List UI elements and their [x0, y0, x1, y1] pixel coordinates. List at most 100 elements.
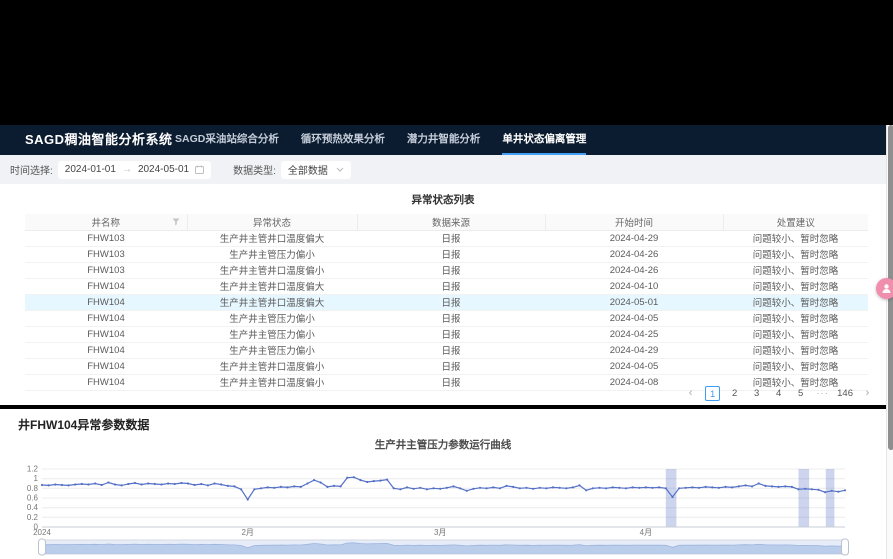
- nav-tab[interactable]: 循环预热效果分析: [301, 125, 385, 155]
- data-point: [525, 487, 527, 489]
- data-point: [81, 483, 83, 485]
- data-point: [578, 484, 580, 486]
- data-point: [320, 481, 322, 483]
- table-cell: 日报: [357, 246, 545, 262]
- data-point: [837, 491, 839, 493]
- data-point: [260, 487, 262, 489]
- table-cell: 问题较小、暂时忽略: [723, 294, 868, 310]
- data-point: [280, 486, 282, 488]
- table-cell: 生产井主管井口温度偏大: [187, 230, 357, 246]
- data-point: [167, 482, 169, 484]
- data-point: [671, 496, 673, 498]
- table-cell: 日报: [357, 374, 545, 390]
- table-row[interactable]: FHW104生产井主管压力偏小日报2024-04-05问题较小、暂时忽略: [25, 310, 868, 326]
- data-point: [54, 483, 56, 485]
- table-row[interactable]: FHW104生产井主管压力偏小日报2024-04-25问题较小、暂时忽略: [25, 326, 868, 342]
- date-start-value[interactable]: 2024-01-01: [65, 164, 116, 175]
- data-point: [751, 485, 753, 487]
- y-tick-label: 0.2: [27, 513, 39, 522]
- data-point: [764, 485, 766, 487]
- data-point: [187, 482, 189, 484]
- pagination-page-button[interactable]: 4: [771, 386, 786, 401]
- screen: SAGD稠油智能分析系统 SAGD采油站综合分析循环预热效果分析潜力井智能分析单…: [0, 0, 893, 559]
- data-point: [645, 486, 647, 488]
- app-title: SAGD稠油智能分析系统: [0, 125, 175, 155]
- pagination-page-button[interactable]: 5: [793, 386, 808, 401]
- table-cell: 2024-04-26: [545, 262, 723, 278]
- table-row[interactable]: FHW103生产井主管井口温度偏大日报2024-04-29问题较小、暂时忽略: [25, 230, 868, 246]
- pagination-page-button[interactable]: 1: [705, 386, 720, 401]
- table-cell: 生产井主管井口温度偏大: [187, 294, 357, 310]
- table-cell: 生产井主管井口温度偏小: [187, 374, 357, 390]
- pagination-page-button[interactable]: 146: [837, 386, 853, 401]
- data-point: [140, 483, 142, 485]
- data-point: [492, 486, 494, 488]
- data-point: [658, 486, 660, 488]
- nav-tabs: SAGD采油站综合分析循环预热效果分析潜力井智能分析单井状态偏离管理: [175, 125, 586, 155]
- data-point: [432, 487, 434, 489]
- data-point: [114, 483, 116, 485]
- data-point: [160, 483, 162, 485]
- date-end-value[interactable]: 2024-05-01: [138, 164, 189, 175]
- calendar-icon: [195, 165, 204, 174]
- date-range-picker[interactable]: 2024-01-01 → 2024-05-01: [58, 161, 211, 179]
- table-cell: 生产井主管压力偏小: [187, 326, 357, 342]
- table-cell: 问题较小、暂时忽略: [723, 230, 868, 246]
- table-row[interactable]: FHW103生产井主管井口温度偏小日报2024-04-26问题较小、暂时忽略: [25, 262, 868, 278]
- data-point: [592, 487, 594, 489]
- anomaly-mark-area: [666, 469, 677, 527]
- data-point: [174, 483, 176, 485]
- table-cell: 生产井主管压力偏小: [187, 310, 357, 326]
- pagination-page-button[interactable]: 3: [749, 386, 764, 401]
- table-cell: FHW103: [25, 262, 187, 278]
- data-point: [744, 484, 746, 486]
- pagination: ‹ 12345 ··· 146 ›: [683, 386, 875, 401]
- data-point: [472, 488, 474, 490]
- table-cell: 生产井主管井口温度偏大: [187, 278, 357, 294]
- y-tick-label: 0.8: [27, 484, 39, 493]
- data-type-select[interactable]: 全部数据: [281, 161, 351, 179]
- floating-assistant-button[interactable]: [876, 278, 893, 299]
- data-point: [685, 487, 687, 489]
- data-point: [87, 483, 89, 485]
- pagination-prev-button[interactable]: ‹: [683, 386, 698, 401]
- abnormal-table: 井名称异常状态数据来源开始时间处置建议 FHW103生产井主管井口温度偏大日报2…: [25, 214, 868, 391]
- data-point: [419, 487, 421, 489]
- table-cell: 2024-04-10: [545, 278, 723, 294]
- data-point: [585, 489, 587, 491]
- data-point: [572, 486, 574, 488]
- table-row[interactable]: FHW104生产井主管井口温度偏小日报2024-04-05问题较小、暂时忽略: [25, 358, 868, 374]
- datazoom-handle-left[interactable]: [39, 539, 46, 555]
- data-point: [797, 488, 799, 490]
- pagination-ellipsis[interactable]: ···: [815, 386, 830, 401]
- nav-tab[interactable]: SAGD采油站综合分析: [175, 125, 279, 155]
- data-point: [220, 483, 222, 485]
- datazoom-handle-right[interactable]: [842, 539, 849, 555]
- data-point: [532, 488, 534, 490]
- data-point: [213, 482, 215, 484]
- nav-tab[interactable]: 单井状态偏离管理: [502, 125, 586, 155]
- data-point: [121, 484, 123, 486]
- table-row[interactable]: FHW103生产井主管压力偏小日报2024-04-26问题较小、暂时忽略: [25, 246, 868, 262]
- data-point: [545, 487, 547, 489]
- page-scrollbar[interactable]: [886, 125, 893, 559]
- data-point: [618, 487, 620, 489]
- table-row[interactable]: FHW104生产井主管井口温度偏大日报2024-05-01问题较小、暂时忽略: [25, 294, 868, 310]
- pagination-next-button[interactable]: ›: [860, 386, 875, 401]
- pressure-line-chart[interactable]: 00.20.40.60.811.220242月3月4月: [0, 455, 886, 559]
- table-cell: FHW104: [25, 358, 187, 374]
- filter-funnel-icon[interactable]: [172, 218, 180, 229]
- pagination-page-button[interactable]: 2: [727, 386, 742, 401]
- data-point: [134, 482, 136, 484]
- data-point: [778, 486, 780, 488]
- chart-card: 井FHW104异常参数数据 生产井主管压力参数运行曲线 00.20.40.60.…: [0, 409, 886, 559]
- data-point: [678, 487, 680, 489]
- x-tick-label: 2024: [33, 528, 51, 537]
- table-row[interactable]: FHW104生产井主管井口温度偏大日报2024-04-10问题较小、暂时忽略: [25, 278, 868, 294]
- data-point: [651, 487, 653, 489]
- nav-tab[interactable]: 潜力井智能分析: [407, 125, 481, 155]
- app-header: SAGD稠油智能分析系统 SAGD采油站综合分析循环预热效果分析潜力井智能分析单…: [0, 125, 893, 155]
- type-filter-label: 数据类型:: [233, 162, 276, 177]
- data-point: [300, 486, 302, 488]
- table-row[interactable]: FHW104生产井主管压力偏小日报2024-04-29问题较小、暂时忽略: [25, 342, 868, 358]
